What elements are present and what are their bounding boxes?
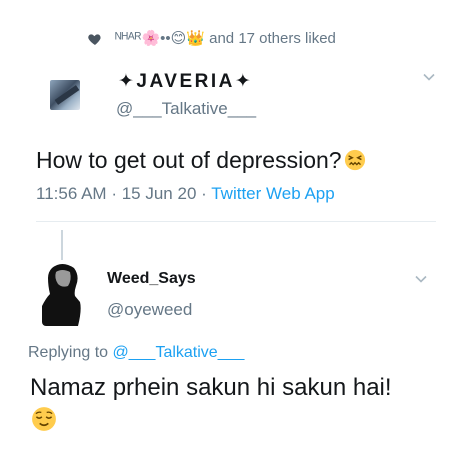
- thread-connector: [61, 230, 63, 260]
- reply-author-display-name[interactable]: Weed_Says: [107, 270, 196, 288]
- chevron-down-icon[interactable]: [414, 272, 428, 286]
- liked-by-text: ᴺᴴᴬᴿ🌸••😊👑 and 17 others liked: [115, 29, 336, 47]
- avatar-art: [54, 85, 80, 105]
- divider: [36, 221, 436, 222]
- confounded-face-icon: [344, 149, 365, 171]
- tweet-source-link[interactable]: Twitter Web App: [211, 184, 334, 203]
- avatar-silhouette: [42, 262, 84, 326]
- author-display-name[interactable]: ✦JAVERIA✦: [118, 70, 253, 93]
- replying-to-label: Replying to: [28, 344, 109, 361]
- replying-to: Replying to @___Talkative___: [28, 344, 244, 362]
- liker-names: ᴺᴴᴬᴿ🌸••😊👑: [115, 30, 205, 47]
- reply-author-handle[interactable]: @oyeweed: [107, 300, 192, 320]
- relieved-face-icon: [32, 407, 56, 431]
- tweet-date[interactable]: 15 Jun 20: [122, 184, 197, 203]
- liked-by-row[interactable]: ᴺᴴᴬᴿ🌸••😊👑 and 17 others liked: [87, 28, 427, 50]
- author-handle[interactable]: @___Talkative___: [116, 99, 256, 119]
- replying-to-mention[interactable]: @___Talkative___: [113, 344, 245, 361]
- meta-separator: ·: [201, 184, 207, 203]
- tweet-time[interactable]: 11:56 AM: [36, 184, 107, 203]
- reply-text: Namaz prhein sakun hi sakun hai!: [30, 374, 392, 401]
- tweet-metadata: 11:56 AM · 15 Jun 20 · Twitter Web App: [36, 184, 335, 204]
- heart-icon: [88, 34, 101, 45]
- meta-separator: ·: [111, 184, 117, 203]
- tweet-text-content: How to get out of depression?: [36, 147, 342, 173]
- reply-author-avatar[interactable]: [42, 262, 84, 326]
- tweet-text: How to get out of depression?: [36, 147, 366, 174]
- liked-suffix: and 17 others liked: [209, 30, 336, 47]
- chevron-down-icon[interactable]: [422, 70, 436, 84]
- author-avatar[interactable]: [50, 80, 80, 110]
